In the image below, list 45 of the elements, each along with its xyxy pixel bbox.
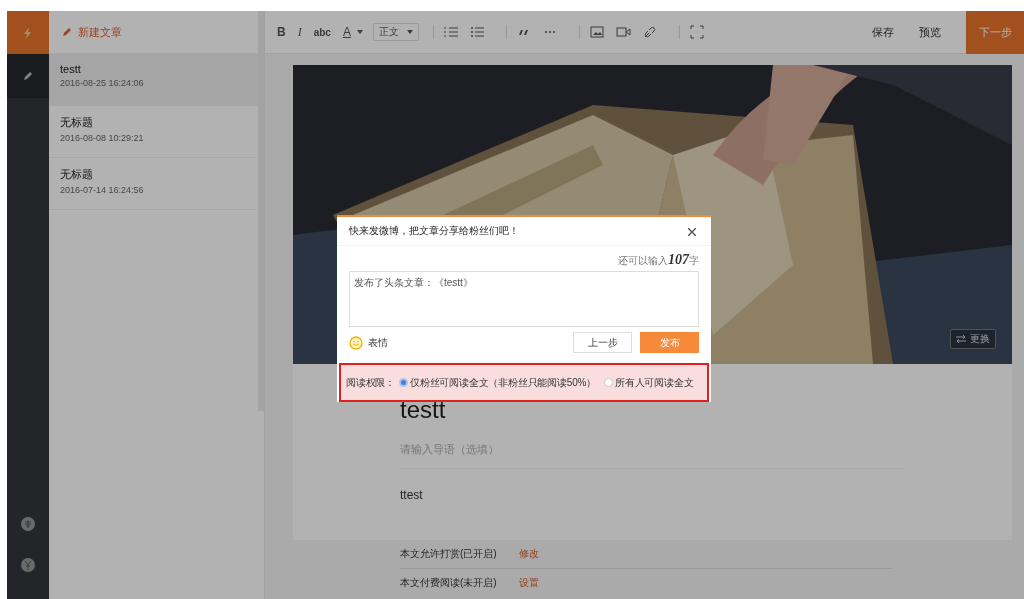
article-item[interactable]: 无标题 2016-08-08 10:29:21 bbox=[49, 106, 256, 158]
article-body[interactable]: ttest bbox=[400, 469, 904, 502]
caret-icon[interactable] bbox=[406, 30, 413, 34]
lightning-icon[interactable] bbox=[23, 26, 33, 39]
article-date: 2016-08-08 10:29:21 bbox=[60, 133, 145, 143]
close-icon[interactable] bbox=[688, 227, 696, 236]
article-title: 无标题 bbox=[60, 115, 94, 130]
format-button[interactable]: B bbox=[277, 25, 286, 39]
scrollbar[interactable] bbox=[258, 11, 264, 411]
format-button[interactable]: I bbox=[297, 24, 302, 40]
swap-icon[interactable] bbox=[956, 335, 966, 343]
image-icon[interactable] bbox=[589, 25, 604, 39]
style-dropdown[interactable]: 正文 bbox=[372, 23, 419, 41]
format-button[interactable]: A bbox=[342, 25, 351, 39]
permission-option[interactable]: 仅粉丝可阅读全文（非粉丝只能阅读50%） bbox=[399, 375, 597, 390]
smiley-icon[interactable] bbox=[349, 335, 363, 350]
format-button[interactable]: abc bbox=[313, 26, 331, 38]
permission-option[interactable]: 所有人可阅读全文 bbox=[604, 375, 694, 390]
article-title: 无标题 bbox=[60, 167, 94, 182]
article-date: 2016-07-14 16:24:56 bbox=[60, 185, 145, 195]
emoji-button[interactable]: 表情 bbox=[349, 335, 388, 350]
fullscreen-icon[interactable] bbox=[689, 25, 704, 39]
setting-label: 本文付费阅读(未开启) bbox=[400, 576, 497, 590]
yen-circle-icon[interactable] bbox=[21, 558, 35, 572]
message-field[interactable]: 发布了头条文章：《testt》 bbox=[349, 271, 699, 327]
article-title: testt bbox=[60, 63, 82, 75]
radio-button[interactable] bbox=[399, 378, 408, 387]
setting-label: 本文允许打赏(已开启) bbox=[400, 547, 497, 561]
caret-icon[interactable] bbox=[356, 30, 363, 34]
article-item[interactable]: 无标题 2016-07-14 16:24:56 bbox=[49, 158, 256, 210]
pencil-icon[interactable] bbox=[62, 27, 72, 37]
pencil-icon[interactable] bbox=[23, 71, 33, 81]
article-date: 2016-08-25 16:24:06 bbox=[60, 78, 145, 88]
save-button[interactable]: 保存 bbox=[872, 24, 894, 40]
circle-icon[interactable] bbox=[21, 517, 35, 531]
previous-step-button[interactable]: 上一步 bbox=[573, 332, 632, 353]
bullet-list-icon[interactable] bbox=[469, 25, 484, 39]
link-icon[interactable] bbox=[642, 25, 657, 39]
radio-button[interactable] bbox=[604, 378, 614, 387]
character-counter: 还可以输入107字 bbox=[617, 251, 700, 269]
dialog-title: 快来发微博，把文章分享给粉丝们吧！ bbox=[349, 224, 519, 238]
preview-button[interactable]: 预览 bbox=[919, 24, 941, 40]
permission-label: 阅读权限： bbox=[346, 375, 395, 390]
ordered-list-icon[interactable] bbox=[443, 25, 458, 39]
video-icon[interactable] bbox=[615, 25, 631, 39]
